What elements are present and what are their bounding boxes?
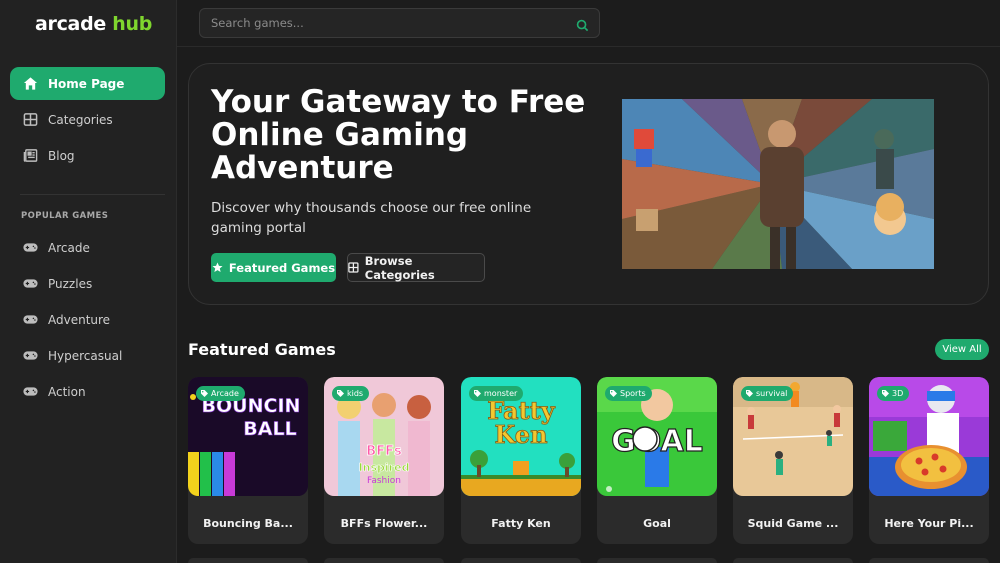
category-tag[interactable]: survival xyxy=(741,386,794,401)
gamepad-icon xyxy=(22,276,38,292)
nav-item-categories[interactable]: Categories xyxy=(10,103,165,136)
sidebar-divider xyxy=(20,194,165,195)
featured-games-heading: Featured Games xyxy=(188,340,336,359)
search-icon[interactable] xyxy=(576,17,589,32)
sidebar: arcade hub Home Page Categories Blog POP… xyxy=(0,0,177,563)
gamepad-icon xyxy=(22,348,38,364)
tag-icon xyxy=(474,390,481,397)
gamepad-icon xyxy=(22,312,38,328)
sidebar-item-arcade[interactable]: Arcade xyxy=(10,231,165,264)
game-title: Fatty Ken xyxy=(491,517,551,530)
tag-icon xyxy=(746,390,753,397)
grid-icon xyxy=(348,262,359,273)
sidebar-item-action[interactable]: Action xyxy=(10,375,165,408)
game-card-bffs-flower[interactable]: BFFs Inspired Fashion kids BFFs Flower..… xyxy=(324,377,444,544)
tag-icon xyxy=(882,390,889,397)
arcade-hub-logo[interactable]: arcade hub xyxy=(35,13,152,41)
nav-label-blog: Blog xyxy=(48,148,75,163)
game-card-next-row[interactable] xyxy=(324,558,444,563)
game-card-next-row[interactable] xyxy=(188,558,308,563)
sidebar-label-action: Action xyxy=(48,384,86,399)
newspaper-icon xyxy=(22,148,38,164)
gamepad-icon xyxy=(22,240,38,256)
game-card-next-row[interactable] xyxy=(733,558,853,563)
sidebar-item-hypercasual[interactable]: Hypercasual xyxy=(10,339,165,372)
nav-item-blog[interactable]: Blog xyxy=(10,139,165,172)
game-title: Here Your Pi... xyxy=(884,517,974,530)
nav-label-home: Home Page xyxy=(48,76,125,91)
logo-text-arcade: arcade xyxy=(35,13,106,35)
browse-categories-button-label: Browse Categories xyxy=(364,253,435,282)
game-card-next-row[interactable] xyxy=(461,558,581,563)
tag-icon xyxy=(337,390,344,397)
svg-text:BFFs: BFFs xyxy=(366,444,402,459)
search-bar xyxy=(199,8,600,38)
nav-label-categories: Categories xyxy=(48,112,113,127)
game-card-squid-game[interactable]: survival Squid Game ... xyxy=(733,377,853,544)
game-card-here-your-pizza[interactable]: 3D Here Your Pi... xyxy=(869,377,989,544)
category-tag-label: Arcade xyxy=(211,389,239,398)
hero-game-collage-image xyxy=(622,99,934,269)
category-tag[interactable]: Arcade xyxy=(196,386,245,401)
svg-text:Inspired: Inspired xyxy=(359,461,410,474)
tag-icon xyxy=(201,390,208,397)
category-tag[interactable]: 3D xyxy=(877,386,910,401)
browse-categories-button[interactable]: Browse Categories xyxy=(347,253,485,282)
category-tag-label: kids xyxy=(347,389,364,398)
hero-subtitle: Discover why thousands choose our free o… xyxy=(211,200,532,236)
view-all-button[interactable]: View All xyxy=(935,339,989,360)
category-tag[interactable]: kids xyxy=(332,386,370,401)
game-card-fatty-ken[interactable]: Fatty Ken monster Fatty Ken xyxy=(461,377,581,544)
sidebar-item-adventure[interactable]: Adventure xyxy=(10,303,165,336)
gamepad-icon xyxy=(22,384,38,400)
featured-games-button[interactable]: Featured Games xyxy=(211,253,336,282)
category-tag-label: 3D xyxy=(892,389,904,398)
category-tag-label: monster xyxy=(484,389,518,398)
game-card-next-row[interactable] xyxy=(869,558,989,563)
game-card-goal[interactable]: GOAL Sports Goal xyxy=(597,377,717,544)
game-card-next-row[interactable] xyxy=(597,558,717,563)
tag-icon xyxy=(610,390,617,397)
star-icon xyxy=(212,262,223,272)
game-title: Bouncing Ba... xyxy=(203,517,293,530)
sidebar-label-puzzles: Puzzles xyxy=(48,276,93,291)
logo-text-hub: hub xyxy=(112,13,153,35)
popular-games-heading: POPULAR GAMES xyxy=(21,211,109,221)
game-card-bouncing-ball[interactable]: BOUNCIN BALL Arcade Bouncing Ba... xyxy=(188,377,308,544)
sidebar-label-arcade: Arcade xyxy=(48,240,90,255)
category-tag[interactable]: monster xyxy=(469,386,524,401)
hero-title: Your Gateway to Free Online Gaming Adven… xyxy=(211,84,586,186)
category-tag[interactable]: Sports xyxy=(605,386,652,401)
search-input[interactable] xyxy=(211,16,561,30)
category-tag-label: Sports xyxy=(620,389,646,398)
grid-icon xyxy=(22,112,38,128)
game-title: Goal xyxy=(643,517,671,530)
sidebar-label-adventure: Adventure xyxy=(48,312,111,327)
game-title: BFFs Flower... xyxy=(340,517,428,530)
sidebar-label-hypercasual: Hypercasual xyxy=(48,348,123,363)
svg-text:Fashion: Fashion xyxy=(367,476,401,486)
game-title: Squid Game ... xyxy=(747,517,839,530)
svg-text:Ken: Ken xyxy=(494,420,547,449)
hero-banner: Your Gateway to Free Online Gaming Adven… xyxy=(188,63,989,305)
header-divider xyxy=(177,46,1000,47)
svg-text:BALL: BALL xyxy=(243,418,296,440)
nav-item-home[interactable]: Home Page xyxy=(10,67,165,100)
featured-games-button-label: Featured Games xyxy=(228,260,336,275)
category-tag-label: survival xyxy=(756,389,788,398)
sidebar-item-puzzles[interactable]: Puzzles xyxy=(10,267,165,300)
home-icon xyxy=(22,76,38,92)
